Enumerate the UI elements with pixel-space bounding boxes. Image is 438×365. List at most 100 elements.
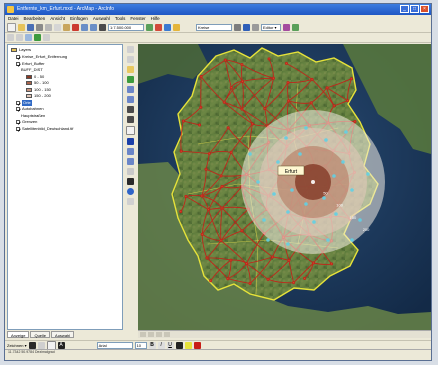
identify-tool-icon[interactable]	[127, 138, 134, 145]
fixed-zoom-out-icon[interactable]	[127, 96, 134, 103]
cut-icon[interactable]	[45, 24, 52, 31]
city-point[interactable]	[350, 188, 354, 192]
toc-tab-1[interactable]: Quelle	[30, 331, 51, 338]
zoom-out-tool-icon[interactable]	[127, 56, 134, 63]
city-point[interactable]	[286, 210, 290, 214]
save-icon[interactable]	[27, 24, 34, 31]
rotate-icon[interactable]	[37, 342, 45, 349]
minimize-button[interactable]: _	[400, 5, 409, 13]
menu-5[interactable]: Tools	[115, 15, 126, 23]
map-scale-combo[interactable]: 1:7.500.000	[108, 24, 144, 31]
city-point[interactable]	[276, 160, 280, 164]
hyperlink-icon[interactable]	[283, 24, 290, 31]
layer-visibility-checkbox[interactable]	[16, 100, 21, 106]
zoom-in-icon[interactable]	[7, 34, 14, 41]
arctoolbox-icon[interactable]	[155, 24, 162, 31]
maximize-button[interactable]: □	[410, 5, 419, 13]
city-point[interactable]	[266, 238, 270, 242]
globe-icon[interactable]	[127, 76, 134, 83]
layer-visibility-checkbox[interactable]	[16, 126, 21, 132]
data-view-button[interactable]	[140, 332, 146, 337]
layer-visibility-checkbox[interactable]	[16, 55, 21, 60]
select-elements-icon[interactable]	[28, 342, 36, 349]
font-color-icon[interactable]	[175, 342, 183, 349]
menu-1[interactable]: Bearbeiten	[24, 15, 46, 23]
model-builder-icon[interactable]	[173, 24, 180, 31]
font-combo[interactable]: Arial	[96, 342, 133, 349]
map-view[interactable]: Erfurt 50 100 150 200	[138, 44, 431, 330]
new-document-icon[interactable]	[7, 23, 16, 32]
toc-item-8[interactable]: Autobahnen	[16, 106, 44, 112]
toc-item-11[interactable]: Satellitenbild_Deutschland.tif	[16, 126, 73, 132]
toc-item-6[interactable]: 150 - 200	[26, 93, 51, 99]
menu-4[interactable]: Auswahl	[93, 15, 110, 23]
city-point[interactable]	[298, 152, 302, 156]
find-tool-icon[interactable]	[127, 148, 134, 155]
close-button[interactable]: ×	[420, 5, 429, 13]
select-tool-icon[interactable]	[126, 126, 135, 135]
city-point[interactable]	[312, 220, 316, 224]
pan-icon[interactable]	[25, 34, 32, 41]
city-point[interactable]	[366, 172, 370, 176]
zoom-in-tool-icon[interactable]	[127, 46, 134, 53]
city-point[interactable]	[322, 196, 326, 200]
city-point[interactable]	[256, 180, 260, 184]
identify-icon[interactable]	[243, 24, 250, 31]
italic-button[interactable]: I	[157, 342, 165, 349]
text-tool-icon[interactable]: A	[57, 342, 65, 349]
menu-2[interactable]: Ansicht	[50, 15, 65, 23]
info-tool-icon[interactable]	[127, 188, 134, 195]
back-arrow-icon[interactable]	[127, 106, 134, 113]
city-point[interactable]	[304, 202, 308, 206]
command-line-icon[interactable]	[164, 24, 171, 31]
city-point[interactable]	[248, 152, 252, 156]
toc-item-5[interactable]: 100 - 150	[26, 87, 51, 93]
measure-tool-icon[interactable]	[127, 168, 134, 175]
toc-item-10[interactable]: Grenzen	[16, 119, 37, 125]
toc-item-9[interactable]: Hauptstraßen	[21, 113, 45, 119]
back-extent-icon[interactable]	[43, 34, 50, 41]
city-point[interactable]	[341, 160, 345, 164]
menu-3[interactable]: Einfügen	[70, 15, 88, 23]
layer-visibility-checkbox[interactable]	[16, 61, 21, 67]
redo-icon[interactable]	[90, 24, 97, 31]
forward-arrow-icon[interactable]	[127, 116, 134, 123]
toc-tab-0[interactable]: Anzeige	[7, 331, 30, 338]
font-size-combo[interactable]: 10	[134, 342, 147, 349]
fixed-zoom-in-icon[interactable]	[127, 86, 134, 93]
toc-item-3[interactable]: 0 - 50	[26, 74, 44, 80]
print-icon[interactable]	[36, 24, 43, 31]
bold-button[interactable]: B	[148, 342, 156, 349]
city-point[interactable]	[344, 130, 348, 134]
layer-visibility-checkbox[interactable]	[16, 107, 21, 112]
fill-color-icon[interactable]	[184, 342, 192, 349]
target-layer-combo[interactable]: Kreise	[196, 24, 232, 31]
toc-item-1[interactable]: Erfurt_Buffer	[16, 61, 45, 67]
editor-menu-combo[interactable]: Editor ▾	[261, 24, 281, 31]
toc-root[interactable]: Layers	[11, 47, 31, 53]
delete-icon[interactable]	[72, 24, 79, 31]
menu-0[interactable]: Datei	[8, 15, 19, 23]
toc-item-0[interactable]: Kreise_Erfurt_Entfernung	[16, 54, 67, 60]
find-icon[interactable]	[292, 24, 299, 31]
open-folder-icon[interactable]	[18, 24, 25, 31]
city-point[interactable]	[358, 218, 362, 222]
copy-icon[interactable]	[54, 24, 61, 31]
city-point[interactable]	[324, 138, 328, 142]
full-extent-icon[interactable]	[34, 34, 41, 41]
city-point[interactable]	[350, 238, 354, 242]
layout-view-button[interactable]	[148, 332, 154, 337]
time-slider-icon[interactable]	[127, 198, 134, 205]
toc-tab-2[interactable]: Auswahl	[51, 331, 75, 338]
pause-drawing-button[interactable]	[164, 332, 170, 337]
undo-icon[interactable]	[81, 24, 88, 31]
drawing-menu[interactable]: Zeichnen ▾	[7, 343, 27, 348]
toc-item-7[interactable]: Orte	[16, 99, 32, 106]
menu-7[interactable]: Hilfe	[151, 15, 160, 23]
city-point[interactable]	[311, 180, 315, 184]
line-color-icon[interactable]	[193, 342, 201, 349]
toc-item-2[interactable]: BUFF_DIST	[21, 67, 43, 73]
refresh-button[interactable]	[156, 332, 162, 337]
measure-icon[interactable]	[252, 24, 259, 31]
underline-button[interactable]: U	[166, 342, 174, 349]
